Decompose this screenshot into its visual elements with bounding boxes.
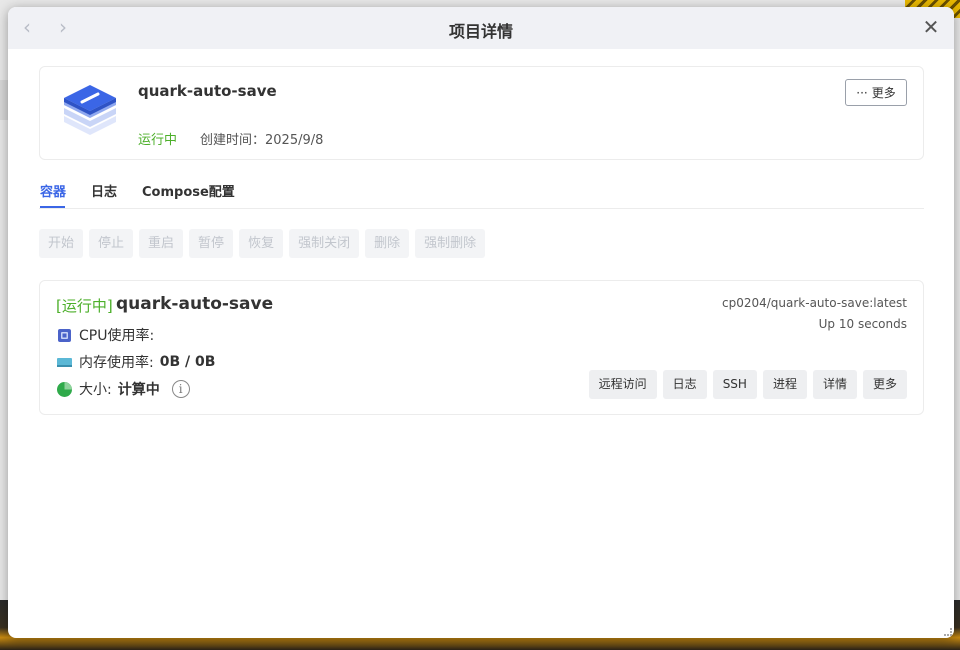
container-action-bar: 开始 停止 重启 暂停 恢复 强制关闭 删除 强制删除	[39, 229, 486, 259]
restart-button[interactable]: 重启	[139, 229, 184, 258]
start-button[interactable]: 开始	[39, 229, 84, 258]
info-icon[interactable]: i	[171, 380, 190, 398]
tab-bar: 容器 日志 Compose配置	[39, 179, 924, 209]
memory-value: 0B / 0B	[159, 354, 216, 370]
created-date: 2025/9/8	[265, 133, 324, 148]
container-image: cp0204/quark-auto-save:latest	[721, 296, 907, 310]
delete-button[interactable]: 删除	[365, 229, 410, 258]
container-logs-button[interactable]: 日志	[662, 370, 707, 399]
created-label: 创建时间：	[200, 133, 266, 148]
resume-button[interactable]: 恢复	[239, 229, 284, 258]
project-more-button[interactable]: ··· 更多	[845, 79, 907, 106]
details-button[interactable]: 详情	[812, 370, 857, 399]
window-title: 项目详情	[448, 22, 513, 41]
pause-button[interactable]: 暂停	[189, 229, 234, 258]
size-label: 大小:	[79, 382, 112, 398]
size-value: 计算中	[117, 382, 160, 398]
memory-icon	[57, 357, 72, 367]
cpu-label: CPU使用率:	[79, 328, 155, 344]
force-delete-button[interactable]: 强制删除	[415, 229, 486, 258]
memory-usage-row: 内存使用率: 0B / 0B	[56, 352, 215, 372]
processes-button[interactable]: 进程	[762, 370, 807, 399]
active-tab-indicator	[40, 206, 65, 208]
tab-containers[interactable]: 容器	[40, 181, 66, 200]
close-icon[interactable]: ✕	[920, 16, 942, 38]
project-created: 创建时间：2025/9/8	[200, 129, 323, 148]
container-uptime: Up 10 seconds	[818, 317, 907, 331]
project-summary-card: quark-auto-save 运行中 创建时间：2025/9/8 ··· 更多	[39, 66, 924, 160]
memory-label: 内存使用率:	[79, 355, 154, 371]
project-status: 运行中	[138, 133, 178, 148]
stack-logo-icon	[64, 85, 116, 135]
ellipsis-icon: ···	[856, 85, 868, 100]
title-bar: ‹ › 项目详情 ✕	[8, 7, 954, 49]
tab-logs[interactable]: 日志	[91, 181, 117, 200]
pie-chart-icon	[57, 381, 72, 397]
cpu-usage-row: CPU使用率:	[56, 325, 160, 345]
container-name: quark-auto-save	[116, 294, 274, 314]
container-status: [运行中]	[56, 297, 113, 315]
ssh-button[interactable]: SSH	[712, 370, 757, 399]
resize-grip[interactable]	[944, 628, 952, 636]
container-card: [运行中] quark-auto-save cp0204/quark-auto-…	[39, 280, 924, 415]
container-more-button[interactable]: 更多	[862, 370, 907, 399]
tab-compose-config[interactable]: Compose配置	[142, 181, 235, 200]
container-actions: 远程访问 日志 SSH 进程 详情 更多	[588, 370, 907, 399]
more-label: 更多	[871, 86, 896, 100]
project-name: quark-auto-save	[138, 82, 277, 100]
size-row: 大小: 计算中 i	[56, 379, 190, 399]
stop-button[interactable]: 停止	[89, 229, 134, 258]
cpu-icon	[58, 328, 71, 342]
remote-access-button[interactable]: 远程访问	[588, 370, 657, 399]
background-window-edge	[0, 80, 8, 120]
project-details-window: ‹ › 项目详情 ✕ quark-auto-save 运行中 创建时间：2025…	[8, 7, 954, 638]
force-stop-button[interactable]: 强制关闭	[289, 229, 360, 258]
